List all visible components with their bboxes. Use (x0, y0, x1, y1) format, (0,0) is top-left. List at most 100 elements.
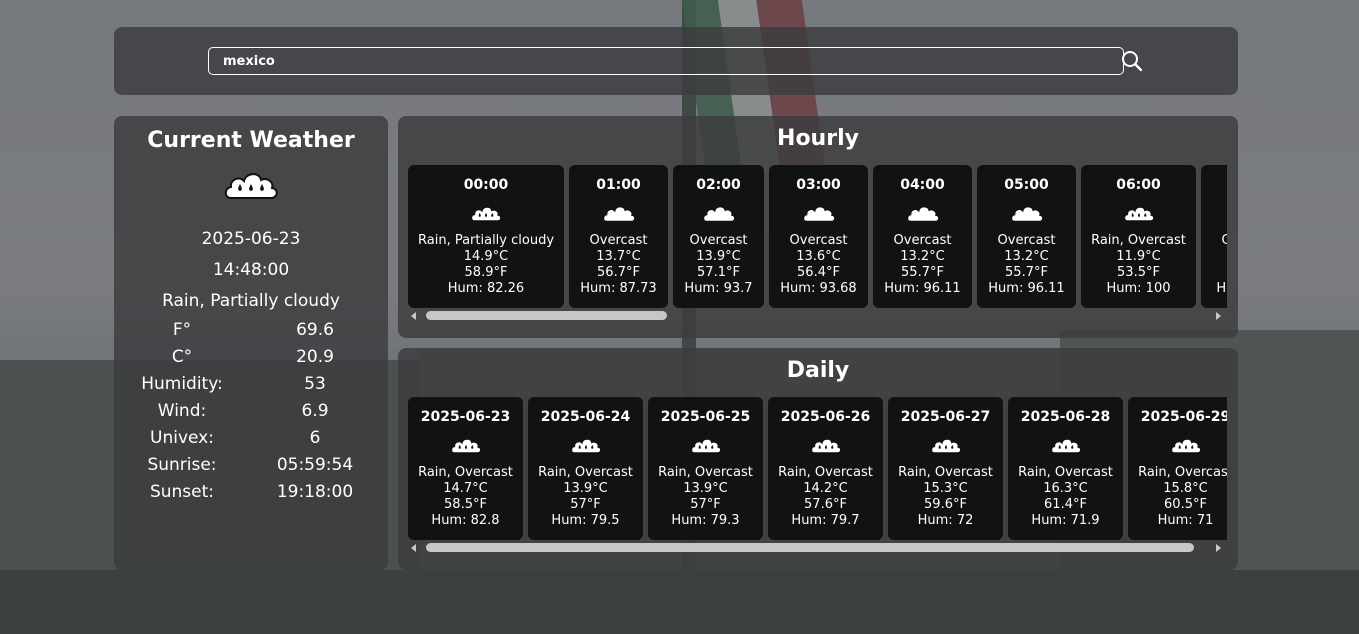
forecast-temp-f: 57.1°F (697, 265, 740, 280)
forecast-card: 07:00 Overcast12.1°C53.8°FHum: 97.9 (1201, 165, 1227, 308)
forecast-temp-c: 13.9°C (696, 249, 741, 264)
detail-label: Humidity: (141, 374, 223, 394)
forecast-temp-c: 13.6°C (796, 249, 841, 264)
forecast-temp-f: 60.5°F (1164, 497, 1207, 512)
forecast-card: 01:00 Overcast 13.7°C 56.7°F Hum: 87.73 (569, 165, 668, 308)
forecast-time: 2025-06-25 (660, 409, 751, 425)
detail-label: F° (172, 320, 192, 340)
detail-label: Wind: (157, 401, 207, 421)
forecast-card: 2025-06-23 Rain, Overcast 14.7°C 58.5°F Hum:… (408, 397, 523, 540)
forecast-time: 04:00 (900, 177, 945, 193)
forecast-card: 02:00 Overcast 13.9°C 57.1°F Hum: 93.7 (673, 165, 764, 308)
forecast-condition: Rain, Overcast (1091, 233, 1186, 248)
forecast-temp-f: 59.6°F (924, 497, 967, 512)
forecast-temp-f: 61.4°F (1044, 497, 1087, 512)
cloud-icon (883, 203, 962, 225)
forecast-time: 02:00 (696, 177, 741, 193)
forecast-card: 2025-06-28 Rain, Overcast 16.3°C 61.4°F Hum:… (1008, 397, 1123, 540)
daily-panel: Daily 2025-06-23 Rain, Overcast 14.7°C 58.5… (398, 348, 1238, 570)
detail-value: 6 (309, 428, 321, 448)
cloud-icon (987, 203, 1066, 225)
scroll-left-arrow-icon[interactable] (411, 312, 416, 320)
forecast-time: 01:00 (596, 177, 641, 193)
daily-carousel[interactable]: 2025-06-23 Rain, Overcast 14.7°C 58.5°F Hum:… (408, 397, 1227, 542)
forecast-temp-c: 13.7°C (596, 249, 641, 264)
search-button[interactable] (1120, 49, 1144, 73)
scroll-right-arrow-icon[interactable] (1216, 312, 1221, 320)
rain-cloud-icon (1091, 203, 1186, 225)
cloud-icon (779, 203, 858, 225)
search-input[interactable] (208, 47, 1124, 75)
hourly-carousel[interactable]: 00:00 Rain, Partially cloudy 14.9°C 58.9°F H… (408, 165, 1227, 310)
rain-cloud-icon (418, 435, 513, 457)
detail-label: Sunset: (149, 482, 215, 502)
scrollbar-thumb[interactable] (426, 311, 667, 320)
forecast-temp-f: 56.4°F (797, 265, 840, 280)
scrollbar-thumb[interactable] (426, 543, 1194, 552)
forecast-card: 2025-06-26 Rain, Overcast 14.2°C 57.6°F Hum:… (768, 397, 883, 540)
forecast-condition: Overcast (789, 233, 848, 248)
rain-cloud-icon (1018, 435, 1113, 457)
forecast-time: 2025-06-29 (1140, 409, 1227, 425)
forecast-condition: Overcast (689, 233, 748, 248)
current-weather-panel: Current Weather 2025-06-23 14:48:00 Rain… (114, 116, 388, 570)
forecast-temp-c: 13.9°C (563, 481, 608, 496)
forecast-humidity: Hum: 82.26 (447, 281, 525, 296)
forecast-card: 03:00 Overcast 13.6°C 56.4°F Hum: 93.68 (769, 165, 868, 308)
detail-value: 53 (304, 374, 326, 394)
forecast-temp-f: 57°F (570, 497, 601, 512)
current-time: 14:48:00 (212, 260, 290, 280)
search-bar (114, 27, 1238, 95)
forecast-humidity: Hum: 87.73 (580, 281, 657, 296)
forecast-temp-c: 13.2°C (1004, 249, 1049, 264)
cloud-icon (1211, 203, 1227, 225)
scroll-right-arrow-icon[interactable] (1216, 544, 1221, 552)
forecast-humidity: Hum: 93.7 (684, 281, 753, 296)
rain-cloud-icon (898, 435, 993, 457)
forecast-humidity: Hum: 96.11 (884, 281, 961, 296)
daily-scrollbar[interactable] (408, 542, 1227, 554)
forecast-temp-f: 58.9°F (464, 265, 508, 280)
forecast-temp-c: 15.3°C (923, 481, 968, 496)
forecast-time: 00:00 (463, 177, 509, 193)
forecast-card: 2025-06-27 Rain, Overcast 15.3°C 59.6°F Hum:… (888, 397, 1003, 540)
detail-label: C° (171, 347, 193, 367)
cloud-icon (683, 203, 754, 225)
forecast-time: 2025-06-24 (540, 409, 631, 425)
scroll-left-arrow-icon[interactable] (411, 544, 416, 552)
forecast-humidity: Hum: 97.9 (1216, 281, 1227, 296)
rain-cloud-icon (223, 168, 279, 208)
forecast-time: 06:00 (1116, 177, 1161, 193)
forecast-card: 05:00 Overcast 13.2°C 55.7°F Hum: 96.11 (977, 165, 1076, 308)
forecast-condition: Overcast (1221, 233, 1227, 248)
forecast-time: 2025-06-28 (1020, 409, 1111, 425)
forecast-card: 00:00 Rain, Partially cloudy 14.9°C 58.9°F H… (408, 165, 564, 308)
forecast-condition: Overcast (589, 233, 648, 248)
forecast-temp-f: 53.5°F (1117, 265, 1160, 280)
forecast-temp-c: 12.1°C (1211, 249, 1227, 265)
forecast-time: 07:00 (1211, 176, 1227, 194)
current-weather-title: Current Weather (147, 128, 355, 153)
forecast-temp-c: 13.9°C (683, 481, 728, 496)
detail-label: Sunrise: (147, 455, 217, 475)
forecast-condition: Rain, Overcast (418, 465, 513, 480)
hourly-scrollbar[interactable] (408, 310, 1227, 322)
forecast-temp-f: 55.7°F (901, 265, 944, 280)
forecast-temp-c: 14.7°C (443, 481, 488, 496)
current-date: 2025-06-23 (201, 229, 301, 249)
cloud-icon (579, 203, 658, 225)
forecast-humidity: Hum: 79.5 (551, 513, 620, 528)
forecast-card: 2025-06-25 Rain, Overcast 13.9°C 57°F Hum: 7… (648, 397, 763, 540)
detail-value: 6.9 (301, 401, 329, 421)
forecast-time: 05:00 (1004, 177, 1049, 193)
detail-label: Univex: (150, 428, 214, 448)
forecast-condition: Rain, Overcast (1018, 465, 1113, 480)
forecast-humidity: Hum: 72 (917, 513, 974, 528)
forecast-time: 03:00 (796, 177, 841, 193)
forecast-time: 2025-06-27 (900, 409, 991, 425)
forecast-time: 2025-06-23 (420, 409, 511, 425)
detail-value: 19:18:00 (276, 482, 354, 502)
rain-cloud-icon (778, 435, 873, 457)
detail-value: 05:59:54 (276, 455, 354, 475)
forecast-temp-f: 56.7°F (597, 265, 640, 280)
